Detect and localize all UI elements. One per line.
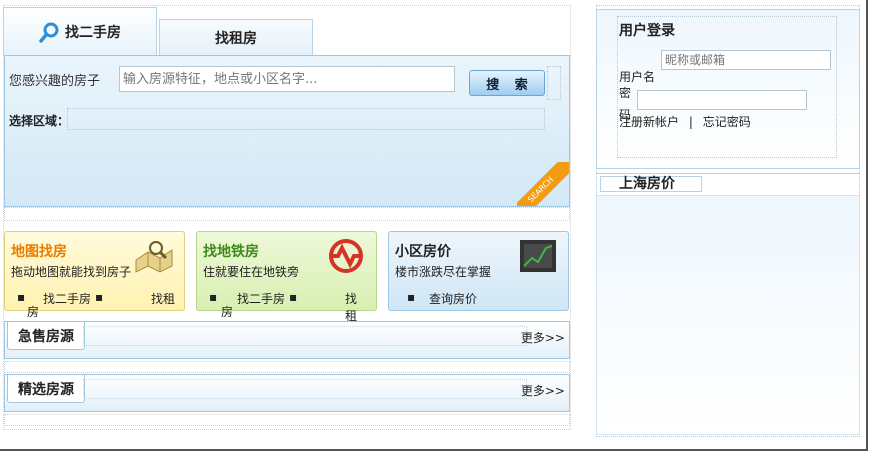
link-rent[interactable]: 找租: [151, 290, 175, 307]
tab-second-hand-label: 找二手房: [65, 24, 121, 41]
region-label: 选择区域：: [9, 114, 70, 128]
map-icon: [135, 241, 173, 273]
section-urgent-more[interactable]: 更多>>: [521, 329, 565, 346]
price-title: 上海房价: [600, 176, 702, 192]
bullet: ▪: [17, 290, 26, 304]
link-rent[interactable]: 找租: [345, 290, 367, 324]
password-input[interactable]: [637, 90, 807, 110]
region-selector[interactable]: [67, 108, 545, 130]
username-input[interactable]: [661, 50, 831, 70]
bullet: ▪: [209, 290, 218, 304]
card-metro-desc: 住就要住在地铁旁: [203, 265, 300, 279]
login-links: 注册新帐户 | 忘记密码: [619, 113, 751, 130]
section-featured-title: 精选房源: [7, 375, 85, 403]
tab-second-hand[interactable]: 找二手房: [3, 7, 157, 55]
link-second-hand[interactable]: 找二手房: [237, 290, 285, 307]
search-spacer: [547, 66, 561, 100]
card-map-title: 地图找房: [11, 244, 67, 260]
search-ribbon: SEARCH: [517, 162, 569, 206]
search-label: 您感兴趣的房子: [9, 74, 101, 89]
search-icon: [39, 22, 59, 43]
login-title: 用户登录: [619, 23, 675, 39]
bullet: ▪: [95, 290, 104, 304]
price-header: 上海房价: [596, 173, 860, 193]
chart-icon: [520, 240, 556, 272]
card-price-title: 小区房价: [395, 244, 451, 260]
bullet: ▪: [289, 290, 298, 304]
card-price-desc: 楼市涨跌尽在掌握: [395, 265, 492, 279]
section-featured-more[interactable]: 更多>>: [521, 382, 565, 399]
link-query-price[interactable]: 查询房价: [429, 290, 477, 307]
link-rent-tail[interactable]: 房: [221, 303, 233, 320]
search-tabs: 找二手房 找租房: [3, 5, 571, 55]
section-urgent: 急售房源 更多>>: [4, 321, 570, 359]
tab-rent-label: 找租房: [215, 30, 257, 47]
card-metro-search[interactable]: 找地铁房 住就要住在地铁旁 ▪ 找二手房 ▪ 找租 房: [196, 231, 377, 323]
login-separator: |: [688, 115, 693, 129]
link-rent-tail[interactable]: 房: [27, 303, 39, 320]
link-second-hand[interactable]: 找二手房: [43, 290, 91, 307]
card-map-search[interactable]: 地图找房 拖动地图就能找到房子 ▪ 找二手房 ▪ 找租 房: [4, 231, 185, 319]
card-price-search[interactable]: 小区房价 楼市涨跌尽在掌握 ▪ 查询房价: [388, 231, 569, 311]
section-featured: 精选房源 更多>>: [4, 374, 570, 412]
section-featured-body: [4, 414, 570, 426]
card-metro-title: 找地铁房: [203, 244, 259, 260]
search-panel: 您感兴趣的房子 搜 索 选择区域： SEARCH: [4, 55, 570, 207]
price-body: [596, 195, 860, 435]
bullet: ▪: [407, 290, 416, 304]
section-urgent-strip: [83, 326, 527, 346]
tab-rent[interactable]: 找租房: [159, 19, 313, 55]
section-urgent-title: 急售房源: [7, 322, 85, 350]
search-button[interactable]: 搜 索: [469, 70, 545, 96]
forgot-password-link[interactable]: 忘记密码: [703, 115, 751, 129]
card-map-desc: 拖动地图就能找到房子: [11, 265, 132, 279]
search-input[interactable]: [119, 66, 455, 92]
section-featured-strip: [83, 379, 527, 399]
register-link[interactable]: 注册新帐户: [619, 115, 679, 129]
login-panel: 用户登录 用户名 密码 注册新帐户 | 忘记密码: [596, 9, 860, 169]
separator-bar: [4, 207, 570, 221]
section-urgent-body: [4, 361, 570, 373]
metro-icon: [329, 239, 363, 273]
search-ribbon-text: SEARCH: [517, 162, 569, 206]
